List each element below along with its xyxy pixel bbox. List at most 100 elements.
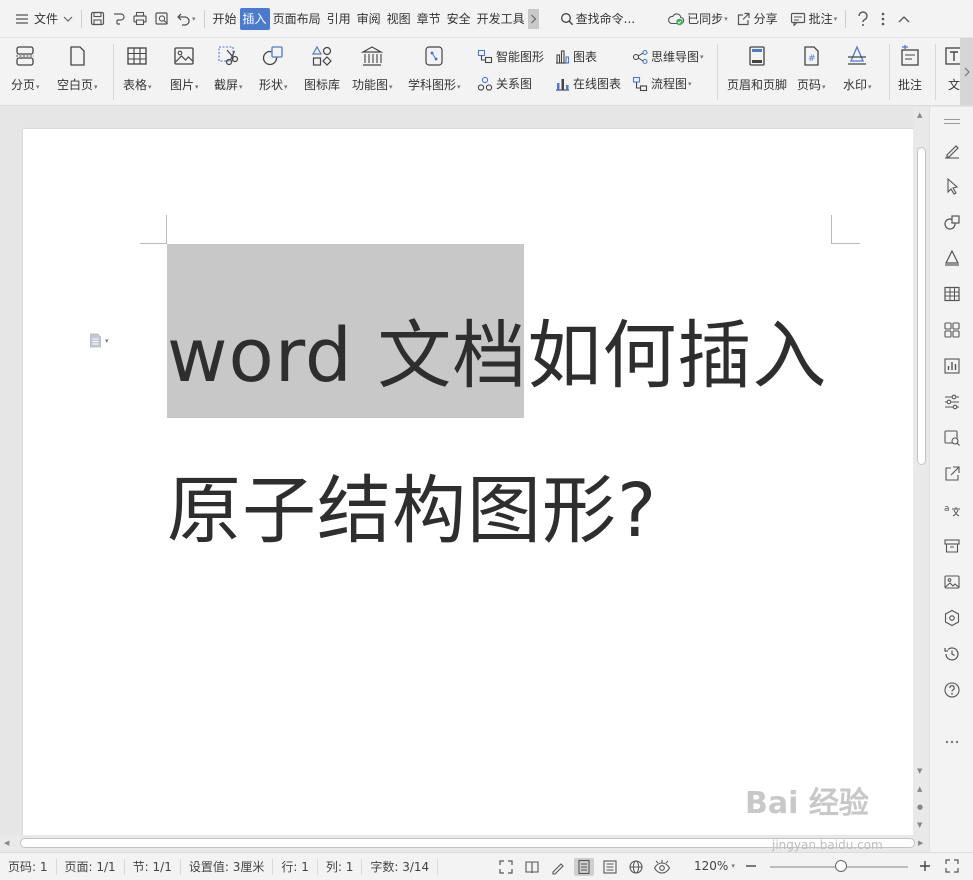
command-search[interactable]: 查找命令... xyxy=(557,8,638,30)
watermark-button[interactable]: 水印▾ xyxy=(843,44,872,93)
next-page-button[interactable]: ▼ xyxy=(917,821,922,829)
side-gallery-button[interactable] xyxy=(942,573,962,593)
collapse-ribbon-button[interactable] xyxy=(895,8,913,30)
ribbon-scroll-right-button[interactable] xyxy=(960,38,973,105)
share-button[interactable]: 分享 xyxy=(733,8,781,30)
tab-start[interactable]: 开始 xyxy=(210,8,240,30)
vertical-scroll-thumb[interactable] xyxy=(917,147,926,465)
sync-status[interactable]: 已同步 ▾ xyxy=(664,8,731,30)
zoom-in-button[interactable] xyxy=(918,858,932,877)
zoom-level[interactable]: 120% xyxy=(694,859,728,873)
pen-icon[interactable] xyxy=(548,858,568,876)
tabs-more-button[interactable] xyxy=(527,8,539,29)
side-settings-button[interactable] xyxy=(942,393,962,413)
web-view-icon[interactable] xyxy=(626,858,646,876)
page-break-button[interactable]: 分页▾ xyxy=(11,44,40,93)
page-number-button[interactable]: # 页码▾ xyxy=(797,44,826,93)
side-share-button[interactable] xyxy=(942,465,962,485)
status-setting[interactable]: 设置值: 3厘米 xyxy=(181,858,274,875)
select-browse-button[interactable]: ● xyxy=(917,803,923,811)
outline-view-icon[interactable] xyxy=(600,858,620,876)
tab-view[interactable]: 视图 xyxy=(384,8,414,30)
undo-button[interactable]: ▾ xyxy=(173,8,199,30)
side-table-button[interactable] xyxy=(942,285,962,305)
picture-icon xyxy=(172,44,196,68)
scroll-up-arrow[interactable]: ▲ xyxy=(917,111,922,119)
tab-references[interactable]: 引用 xyxy=(324,8,354,30)
table-button[interactable]: 表格▾ xyxy=(123,44,152,93)
status-row[interactable]: 行: 1 xyxy=(273,858,318,875)
side-chart-button[interactable] xyxy=(942,357,962,377)
side-archive-button[interactable] xyxy=(942,537,962,557)
side-history-button[interactable] xyxy=(942,645,962,665)
side-select-button[interactable] xyxy=(942,177,962,197)
paragraph-tool[interactable]: ▾ xyxy=(89,333,109,348)
comment-button[interactable]: 批注 ▾ xyxy=(787,8,841,30)
margin-corner-top-left xyxy=(140,215,167,244)
insert-comment-button[interactable]: 批注 xyxy=(898,44,922,93)
eye-protect-icon[interactable] xyxy=(652,858,672,876)
page-number-icon: # xyxy=(799,44,823,68)
page-break-icon xyxy=(13,44,37,68)
smart-art-button[interactable]: 智能图形 xyxy=(477,48,544,65)
side-pen-button[interactable] xyxy=(942,141,962,161)
page-view-icon[interactable] xyxy=(574,858,594,876)
side-help-button[interactable] xyxy=(942,681,962,701)
format-painter-button[interactable] xyxy=(108,8,129,30)
mind-map-button[interactable]: 思维导图 ▾ xyxy=(632,48,704,65)
chart-button[interactable]: 图表 xyxy=(554,48,597,65)
scroll-left-arrow[interactable]: ◀ xyxy=(4,839,9,847)
document-title-line-2[interactable]: 原子结构图形? xyxy=(167,451,657,558)
side-security-button[interactable] xyxy=(942,609,962,629)
side-translate-button[interactable]: a xyxy=(942,501,962,521)
scroll-right-arrow[interactable]: ▶ xyxy=(918,839,923,847)
scroll-down-arrow[interactable]: ▼ xyxy=(917,767,922,775)
relation-button[interactable]: 关系图 xyxy=(477,75,532,92)
online-chart-button[interactable]: 在线图表 xyxy=(554,75,621,92)
help-button[interactable] xyxy=(853,8,873,30)
science-chart-button[interactable]: 学科图形▾ xyxy=(408,44,461,93)
picture-button[interactable]: 图片▾ xyxy=(170,44,199,93)
more-menu-button[interactable] xyxy=(877,8,889,30)
ribbon-divider xyxy=(113,44,114,100)
save-button[interactable] xyxy=(87,8,108,30)
zoom-out-button[interactable] xyxy=(744,858,758,877)
document-title-line-1[interactable]: word 文档如何插入 xyxy=(167,296,827,403)
print-preview-button[interactable] xyxy=(151,8,173,30)
tab-chapter[interactable]: 章节 xyxy=(414,8,444,30)
tab-developer[interactable]: 开发工具 xyxy=(474,8,528,30)
side-shape-button[interactable] xyxy=(942,213,962,233)
vertical-scrollbar[interactable]: ▲ ▼ ▲ ● ▼ xyxy=(913,107,929,840)
tab-label: 开发工具 xyxy=(476,12,525,26)
tab-review[interactable]: 审阅 xyxy=(354,8,384,30)
tab-page-layout[interactable]: 页面布局 xyxy=(270,8,324,30)
status-section[interactable]: 节: 1/1 xyxy=(125,858,181,875)
function-chart-button[interactable]: 功能图▾ xyxy=(352,44,393,93)
side-apps-button[interactable] xyxy=(942,321,962,341)
file-menu[interactable]: 文件 xyxy=(12,8,76,30)
zoom-slider-thumb[interactable] xyxy=(835,860,847,872)
tab-insert[interactable]: 插入 xyxy=(239,7,270,30)
read-mode-icon[interactable] xyxy=(522,858,542,876)
side-style-button[interactable] xyxy=(942,249,962,269)
header-footer-button[interactable]: 页眉和页脚 xyxy=(727,44,787,93)
print-button[interactable] xyxy=(129,8,151,30)
status-col[interactable]: 列: 1 xyxy=(318,858,363,875)
shape-button[interactable]: 形状▾ xyxy=(259,44,288,93)
tab-security[interactable]: 安全 xyxy=(444,8,474,30)
flowchart-button[interactable]: 流程图 ▾ xyxy=(632,75,692,92)
screenshot-button[interactable]: 截屏▾ xyxy=(214,44,243,93)
document-page[interactable]: ▾ word 文档如何插入 原子结构图形? xyxy=(23,129,914,840)
fullscreen-icon[interactable] xyxy=(496,858,516,876)
more-horizontal-icon xyxy=(943,734,961,748)
prev-page-button[interactable]: ▲ xyxy=(917,785,922,793)
blank-page-button[interactable]: 空白页▾ xyxy=(57,44,98,93)
icon-library-button[interactable]: 图标库 xyxy=(304,44,340,93)
status-page-code[interactable]: 页码: 1 xyxy=(0,858,57,875)
status-word-count[interactable]: 字数: 3/14 xyxy=(362,858,439,875)
zoom-control[interactable]: 120% ▾ xyxy=(694,859,735,873)
fit-window-button[interactable] xyxy=(944,858,960,877)
side-image-button[interactable] xyxy=(942,429,962,449)
status-pages[interactable]: 页面: 1/1 xyxy=(57,858,125,875)
side-more-button[interactable] xyxy=(942,731,962,751)
